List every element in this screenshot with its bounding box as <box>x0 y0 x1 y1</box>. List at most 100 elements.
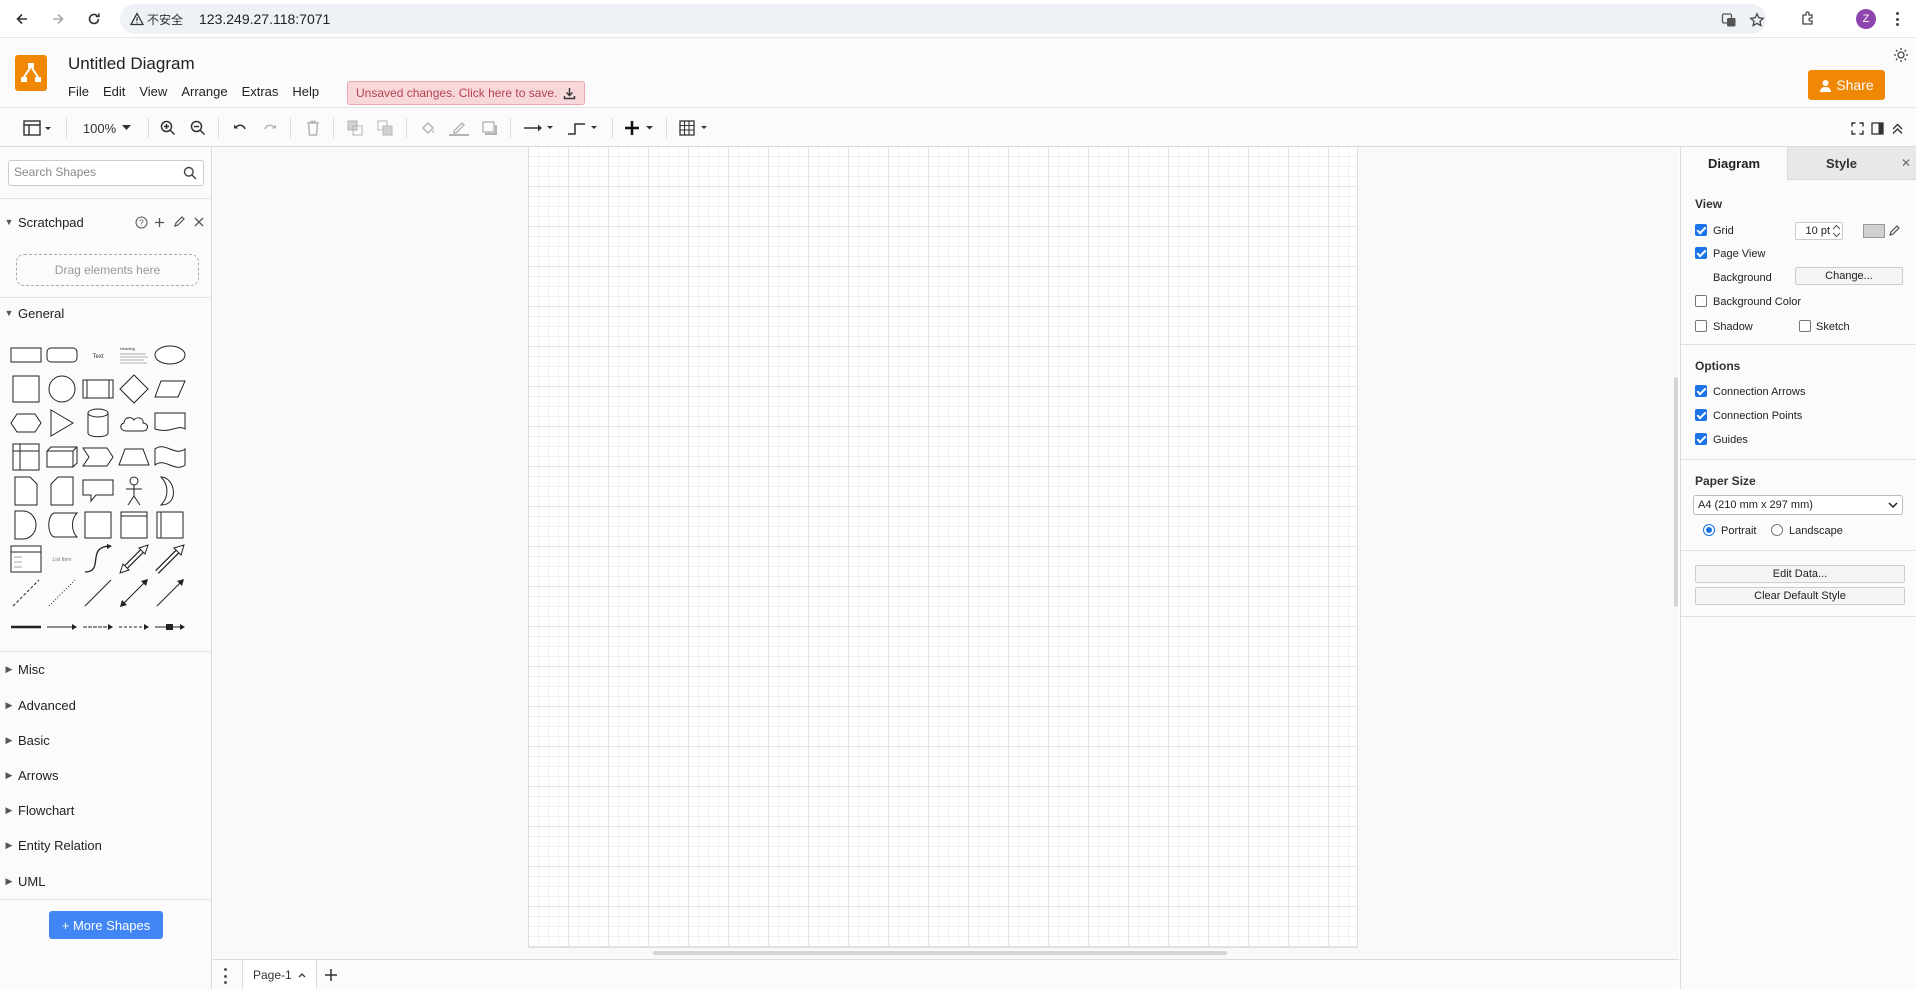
security-warning[interactable]: 不安全 <box>130 11 183 28</box>
shape-square[interactable] <box>9 374 43 404</box>
pages-menu-icon[interactable] <box>224 968 228 984</box>
close-icon[interactable] <box>191 214 207 230</box>
connection-points-checkbox[interactable] <box>1695 409 1707 421</box>
edit-pencil-icon[interactable] <box>171 214 187 230</box>
back-icon[interactable] <box>10 7 34 31</box>
redo-icon[interactable] <box>260 118 280 138</box>
shape-bidirectional-connector[interactable] <box>117 578 151 608</box>
shape-internal-storage[interactable] <box>9 442 43 472</box>
shape-directional-connector[interactable] <box>153 578 187 608</box>
waypoints-dropdown[interactable] <box>566 118 600 138</box>
shape-rectangle[interactable] <box>9 340 43 370</box>
menu-extras[interactable]: Extras <box>242 84 279 99</box>
fullscreen-icon[interactable] <box>1848 118 1866 138</box>
landscape-radio[interactable] <box>1771 524 1783 536</box>
shape-step[interactable] <box>81 442 115 472</box>
shape-ellipse[interactable] <box>153 340 187 370</box>
shape-triangle[interactable] <box>45 408 79 438</box>
grid-size-input[interactable]: 10 pt <box>1795 222 1843 240</box>
diagram-canvas[interactable] <box>213 147 1679 959</box>
unsaved-changes-button[interactable]: Unsaved changes. Click here to save. <box>347 81 586 105</box>
shape-cube[interactable] <box>45 442 79 472</box>
general-header[interactable]: ▼ General <box>0 298 212 328</box>
shape-frame[interactable] <box>117 510 151 540</box>
shape-dotted-line[interactable] <box>45 578 79 608</box>
clear-default-style-button[interactable]: Clear Default Style <box>1695 587 1905 605</box>
spinner-icon[interactable] <box>1832 224 1841 238</box>
chevron-up-icon[interactable] <box>298 972 306 978</box>
shape-bidirectional-arrow[interactable] <box>117 544 151 574</box>
to-front-icon[interactable] <box>345 118 365 138</box>
sidebar-section-uml[interactable]: ▶ UML <box>0 866 212 896</box>
to-back-icon[interactable] <box>375 118 395 138</box>
shape-connector-labels[interactable] <box>117 612 151 642</box>
delete-icon[interactable] <box>303 118 323 138</box>
add-icon[interactable] <box>151 214 167 230</box>
tab-style[interactable]: Style <box>1787 147 1895 180</box>
page-view-checkbox[interactable] <box>1695 247 1707 259</box>
page-grid[interactable] <box>528 147 1358 948</box>
menu-view[interactable]: View <box>139 84 167 99</box>
shape-arrow[interactable] <box>153 544 187 574</box>
sidebar-section-advanced[interactable]: ▶ Advanced <box>0 690 212 720</box>
more-shapes-button[interactable]: + More Shapes <box>49 911 163 939</box>
shadow-icon[interactable] <box>480 118 500 138</box>
shape-tape[interactable] <box>153 442 187 472</box>
shadow-checkbox[interactable] <box>1695 320 1707 332</box>
help-icon[interactable]: ? <box>133 214 149 230</box>
shape-card[interactable] <box>45 476 79 506</box>
undo-icon[interactable] <box>230 118 250 138</box>
menu-edit[interactable]: Edit <box>103 84 125 99</box>
shape-process[interactable] <box>81 374 115 404</box>
grid-checkbox[interactable] <box>1695 224 1707 236</box>
search-icon[interactable] <box>183 166 197 180</box>
bookmark-star-icon[interactable] <box>1748 11 1766 29</box>
sun-icon[interactable] <box>1892 46 1910 64</box>
browser-menu-icon[interactable] <box>1890 9 1904 29</box>
shape-rounded-rectangle[interactable] <box>45 340 79 370</box>
shape-thick-link[interactable] <box>9 612 43 642</box>
collapse-toolbar-icon[interactable] <box>1888 118 1906 138</box>
search-shapes-field[interactable] <box>8 160 204 186</box>
search-input[interactable] <box>14 165 174 179</box>
sidebar-section-basic[interactable]: ▶ Basic <box>0 725 212 755</box>
add-page-button[interactable] <box>321 965 341 985</box>
fill-color-icon[interactable] <box>418 118 438 138</box>
grid-color-swatch[interactable] <box>1863 224 1885 238</box>
shape-or[interactable] <box>153 476 187 506</box>
sidebar-section-misc[interactable]: ▶ Misc <box>0 654 212 684</box>
background-color-checkbox[interactable] <box>1695 295 1707 307</box>
shape-connector-label[interactable] <box>81 612 115 642</box>
reload-icon[interactable] <box>82 7 106 31</box>
insert-dropdown[interactable] <box>624 118 656 138</box>
shape-data-storage[interactable] <box>45 510 79 540</box>
line-color-icon[interactable] <box>448 118 470 138</box>
document-title[interactable]: Untitled Diagram <box>68 54 195 74</box>
connection-arrows-checkbox[interactable] <box>1695 385 1707 397</box>
shape-cloud[interactable] <box>117 408 151 438</box>
change-background-button[interactable]: Change... <box>1795 267 1903 285</box>
shape-list-item[interactable]: List Item <box>45 544 79 574</box>
zoom-in-icon[interactable] <box>158 118 178 138</box>
shape-actor[interactable] <box>117 476 151 506</box>
shape-textbox[interactable]: Heading <box>117 340 151 370</box>
close-icon[interactable]: ✕ <box>1895 147 1916 180</box>
shape-line[interactable] <box>81 578 115 608</box>
shape-list[interactable] <box>9 544 43 574</box>
table-dropdown[interactable] <box>678 118 712 138</box>
shape-diamond[interactable] <box>117 374 151 404</box>
share-button[interactable]: Share <box>1808 70 1885 100</box>
page-tab[interactable]: Page-1 <box>242 960 317 989</box>
edit-data-button[interactable]: Edit Data... <box>1695 565 1905 583</box>
shape-document[interactable] <box>153 408 187 438</box>
shape-container[interactable] <box>153 510 187 540</box>
scratchpad-dropzone[interactable]: Drag elements here <box>16 254 199 286</box>
portrait-radio[interactable] <box>1703 524 1715 536</box>
shape-connector-symbol[interactable] <box>153 612 187 642</box>
menu-arrange[interactable]: Arrange <box>181 84 227 99</box>
vertical-scrollbar[interactable] <box>1674 377 1678 607</box>
shape-cylinder[interactable] <box>81 408 115 438</box>
paper-size-select[interactable]: A4 (210 mm x 297 mm) <box>1693 495 1903 515</box>
sidebar-section-flowchart[interactable]: ▶ Flowchart <box>0 795 212 825</box>
shape-callout[interactable] <box>81 476 115 506</box>
